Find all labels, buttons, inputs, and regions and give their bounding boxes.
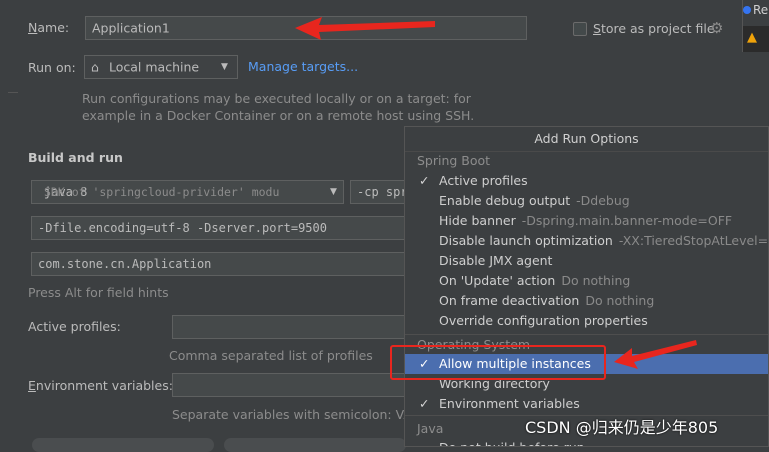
- option-label-text: Enable debug output: [439, 193, 571, 208]
- bottom-button-right[interactable]: [224, 438, 406, 452]
- option-label-text: On frame deactivation: [439, 293, 580, 308]
- option-active-profiles[interactable]: ✓ Active profiles: [405, 171, 768, 191]
- vm-options-value: -Dfile.encoding=utf-8 -Dserver.port=9500: [38, 221, 327, 235]
- option-label-text: Environment variables: [439, 396, 580, 411]
- active-profiles-hint: Comma separated list of profiles: [169, 348, 373, 363]
- status-dot-icon: [743, 6, 751, 14]
- env-vars-hint: Separate variables with semicolon: VAR: [172, 407, 421, 422]
- store-project-checkbox[interactable]: [573, 22, 587, 36]
- option-label: Override configuration properties: [439, 311, 648, 331]
- classpath-dropdown[interactable]: -cp spr: [350, 180, 410, 204]
- red-arrow-name-icon: [295, 17, 435, 40]
- checkmark-icon: ✓: [419, 173, 430, 188]
- option-on-frame-deactivation[interactable]: On frame deactivation Do nothing: [405, 291, 768, 311]
- name-label: Name:: [28, 20, 70, 35]
- option-label: Disable JMX agent: [439, 251, 552, 271]
- option-label-text: Disable JMX agent: [439, 253, 553, 268]
- run-on-description-1: Run configurations may be executed local…: [82, 91, 471, 106]
- option-label: Environment variables: [439, 394, 580, 414]
- env-vars-input[interactable]: [172, 373, 412, 397]
- side-panel-label: Re: [753, 3, 769, 17]
- env-vars-label: Environment variables:: [28, 378, 173, 393]
- option-label: Active profiles: [439, 171, 528, 191]
- divider: [405, 334, 768, 335]
- option-label: On frame deactivation Do nothing: [439, 291, 654, 311]
- option-environment-variables[interactable]: ✓ Environment variables: [405, 394, 768, 414]
- red-arrow-instances-icon: [614, 340, 697, 369]
- option-detail: -Dspring.main.banner-mode=OFF: [521, 213, 733, 228]
- vm-options-input[interactable]: -Dfile.encoding=utf-8 -Dserver.port=9500: [31, 216, 411, 240]
- watermark-text: CSDN @归来仍是少年805: [525, 418, 719, 437]
- option-label-text: Active profiles: [439, 173, 528, 188]
- run-on-value: Local machine: [109, 59, 200, 75]
- section-java: Java: [417, 421, 444, 436]
- popup-title: Add Run Options: [405, 127, 768, 152]
- option-label-text: Do not build before run: [439, 440, 585, 446]
- main-class-input[interactable]: com.stone.cn.Application: [31, 252, 411, 276]
- option-label: Disable launch optimization -XX:TieredSto…: [439, 231, 769, 251]
- jre-dropdown[interactable]: java 8 SDK of 'springcloud-privider' mod…: [31, 180, 344, 204]
- option-label-text: Override configuration properties: [439, 313, 648, 328]
- option-override-configuration-properties[interactable]: Override configuration properties: [405, 311, 768, 331]
- gear-icon[interactable]: ⚙: [710, 19, 723, 37]
- option-label-text: Hide banner: [439, 213, 516, 228]
- jre-sdk-hint: SDK of 'springcloud-privider' modu: [44, 185, 280, 199]
- store-project-label: Store as project file: [593, 21, 715, 36]
- option-label: Hide banner -Dspring.main.banner-mode=OFF: [439, 211, 732, 231]
- chevron-down-icon: ▼: [221, 62, 228, 72]
- run-on-dropdown[interactable]: ⌂ Local machine ▼: [84, 55, 238, 79]
- option-hide-banner[interactable]: Hide banner -Dspring.main.banner-mode=OFF: [405, 211, 768, 231]
- option-enable-debug-output[interactable]: Enable debug output -Ddebug: [405, 191, 768, 211]
- option-detail: -Ddebug: [576, 193, 630, 208]
- option-label: Enable debug output -Ddebug: [439, 191, 630, 211]
- classpath-value: -cp spr: [357, 185, 408, 199]
- option-disable-launch-optimization[interactable]: Disable launch optimization -XX:TieredSto…: [405, 231, 768, 251]
- name-input-value: Application1: [92, 20, 170, 36]
- run-on-label: Run on:: [28, 60, 76, 75]
- option-detail: -XX:TieredStopAtLevel=1 -no: [618, 233, 769, 248]
- warning-icon: ▲: [747, 30, 757, 45]
- main-class-value: com.stone.cn.Application: [38, 257, 212, 271]
- run-on-description-2: example in a Docker Container or on a re…: [82, 108, 475, 123]
- highlight-box: [390, 345, 606, 380]
- home-icon: ⌂: [91, 59, 99, 75]
- chevron-down-icon: ▼: [330, 187, 337, 197]
- field-hint-text: Press Alt for field hints: [28, 285, 169, 300]
- active-profiles-label: Active profiles:: [28, 319, 121, 334]
- option-disable-jmx-agent[interactable]: Disable JMX agent: [405, 251, 768, 271]
- checkmark-icon: ✓: [419, 396, 430, 411]
- warning-strip: ▲: [742, 26, 769, 52]
- gutter-divider: [8, 92, 18, 93]
- option-detail: Do nothing: [585, 293, 655, 308]
- section-spring-boot: Spring Boot: [417, 153, 491, 168]
- manage-targets-link[interactable]: Manage targets...: [248, 59, 358, 74]
- option-do-not-build-before-run[interactable]: Do not build before run: [405, 438, 768, 446]
- add-run-options-popup: Add Run Options Spring Boot ✓ Active prof…: [404, 126, 769, 447]
- active-profiles-input[interactable]: [172, 315, 412, 339]
- option-label-text: On 'Update' action: [439, 273, 556, 288]
- option-on-update-action[interactable]: On 'Update' action Do nothing: [405, 271, 768, 291]
- side-panel-tab[interactable]: Re: [742, 0, 769, 26]
- bottom-button-left[interactable]: [32, 438, 214, 452]
- option-label: Do not build before run: [439, 438, 585, 446]
- option-label-text: Disable launch optimization: [439, 233, 613, 248]
- option-label: On 'Update' action Do nothing: [439, 271, 630, 291]
- build-section-title: Build and run: [28, 150, 123, 165]
- option-detail: Do nothing: [561, 273, 631, 288]
